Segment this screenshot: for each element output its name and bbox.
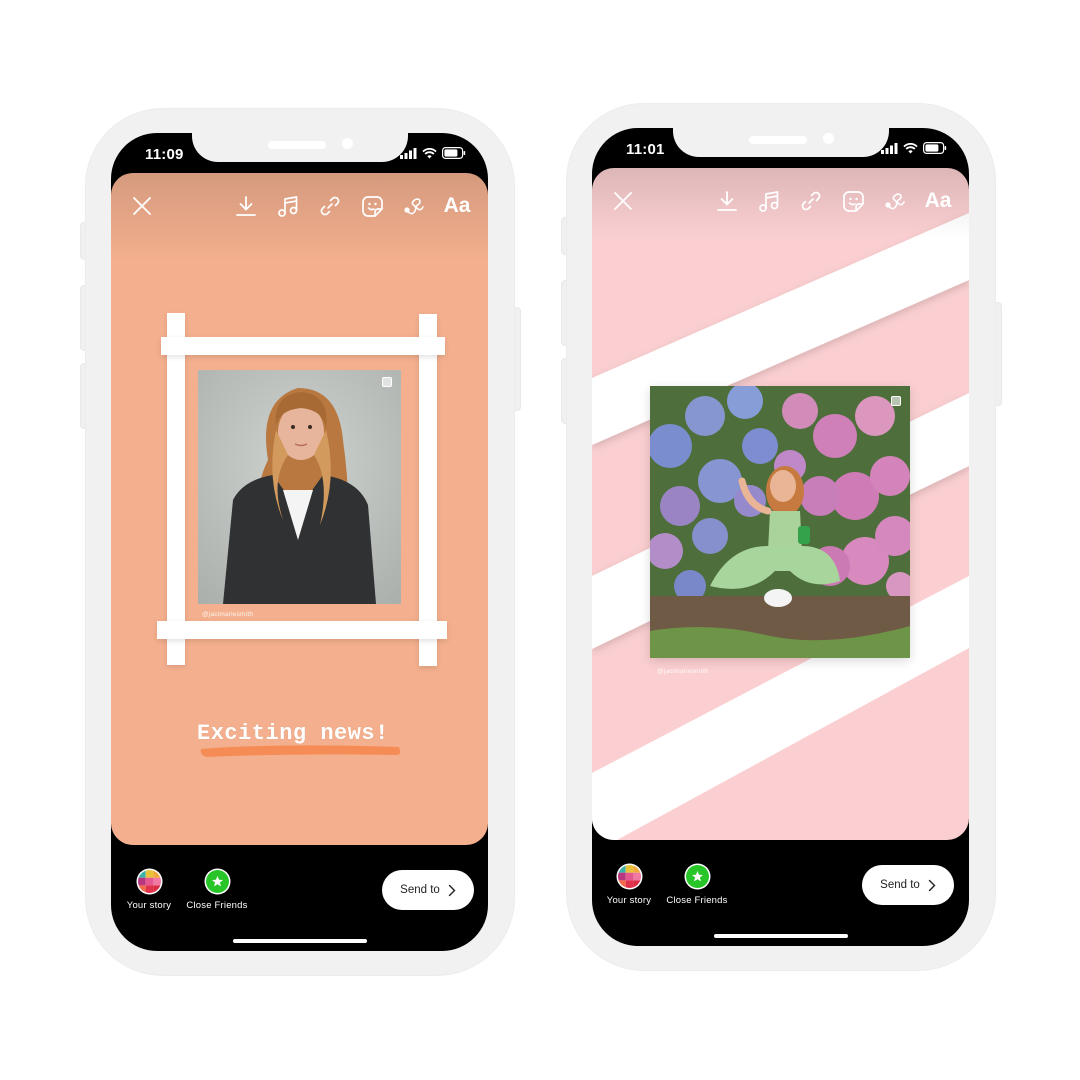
signal-icon bbox=[400, 147, 417, 159]
post-photo[interactable] bbox=[650, 386, 910, 658]
your-story-button[interactable]: Your story bbox=[601, 863, 657, 906]
sticker-icon[interactable] bbox=[840, 188, 866, 214]
story-canvas[interactable]: Aa bbox=[592, 168, 969, 840]
download-icon[interactable] bbox=[233, 193, 259, 219]
share-bar: Your story Close Friends Send to bbox=[592, 858, 969, 946]
download-icon[interactable] bbox=[714, 188, 740, 214]
music-icon[interactable] bbox=[756, 188, 782, 214]
draw-icon[interactable] bbox=[401, 193, 427, 219]
your-story-label: Your story bbox=[606, 895, 652, 906]
caption-text[interactable]: Exciting news! bbox=[197, 721, 389, 746]
phone-screen: 11:09 Aa @jacimariesmith Exciting news! … bbox=[111, 133, 488, 951]
sticker-icon[interactable] bbox=[359, 193, 385, 219]
status-time: 11:09 bbox=[145, 146, 184, 163]
speaker bbox=[267, 141, 326, 149]
post-photo[interactable] bbox=[198, 370, 401, 604]
story-toolbar: Aa bbox=[111, 173, 488, 235]
text-tool-button[interactable]: Aa bbox=[922, 188, 954, 214]
close-friends-button[interactable]: Close Friends bbox=[183, 868, 251, 911]
close-friends-label: Close Friends bbox=[666, 895, 728, 906]
your-story-label: Your story bbox=[126, 900, 172, 911]
close-icon[interactable] bbox=[129, 193, 155, 219]
wifi-icon bbox=[422, 147, 437, 158]
home-indicator[interactable] bbox=[232, 939, 367, 943]
chevron-right-icon bbox=[928, 879, 936, 891]
link-icon[interactable] bbox=[317, 193, 343, 219]
send-to-label: Send to bbox=[880, 879, 920, 891]
close-friends-button[interactable]: Close Friends bbox=[663, 863, 731, 906]
send-to-button[interactable]: Send to bbox=[862, 865, 954, 905]
story-canvas[interactable]: Aa bbox=[111, 173, 488, 845]
draw-icon[interactable] bbox=[882, 188, 908, 214]
frame-strip-bottom bbox=[157, 621, 447, 639]
your-story-button[interactable]: Your story bbox=[121, 868, 177, 911]
send-to-label: Send to bbox=[400, 884, 440, 896]
share-bar: Your story Close Friends Send to bbox=[111, 863, 488, 951]
wifi-icon bbox=[903, 142, 918, 153]
phone-screen: 11:01 Aa @jacimariesmith Your story Clos… bbox=[592, 128, 969, 946]
link-icon[interactable] bbox=[798, 188, 824, 214]
battery-icon bbox=[442, 147, 466, 159]
frame-strip-top bbox=[161, 337, 445, 355]
your-story-icon bbox=[616, 863, 642, 890]
music-icon[interactable] bbox=[275, 193, 301, 219]
battery-icon bbox=[923, 142, 947, 154]
status-icons bbox=[400, 147, 466, 159]
multi-post-icon bbox=[891, 396, 901, 406]
chevron-right-icon bbox=[448, 884, 456, 896]
frame-strip-right bbox=[419, 314, 437, 666]
status-time: 11:01 bbox=[626, 141, 665, 158]
multi-post-icon bbox=[382, 377, 392, 387]
story-toolbar: Aa bbox=[592, 168, 969, 230]
post-photo-illustration bbox=[650, 386, 910, 658]
post-handle: @jacimariesmith bbox=[202, 611, 254, 618]
front-camera bbox=[341, 138, 353, 149]
home-indicator[interactable] bbox=[713, 934, 848, 938]
post-photo-illustration bbox=[198, 370, 401, 604]
close-friends-star-icon bbox=[204, 868, 230, 895]
post-handle: @jacimariesmith bbox=[657, 668, 709, 675]
send-to-button[interactable]: Send to bbox=[382, 870, 474, 910]
close-friends-label: Close Friends bbox=[186, 900, 248, 911]
text-tool-button[interactable]: Aa bbox=[441, 193, 473, 219]
close-icon[interactable] bbox=[610, 188, 636, 214]
status-icons bbox=[881, 142, 947, 154]
close-friends-star-icon bbox=[684, 863, 710, 890]
front-camera bbox=[822, 133, 834, 144]
notch bbox=[672, 128, 889, 157]
speaker bbox=[748, 136, 807, 144]
notch bbox=[191, 133, 408, 162]
signal-icon bbox=[881, 142, 898, 154]
frame-strip-left bbox=[167, 313, 185, 665]
your-story-icon bbox=[136, 868, 162, 895]
